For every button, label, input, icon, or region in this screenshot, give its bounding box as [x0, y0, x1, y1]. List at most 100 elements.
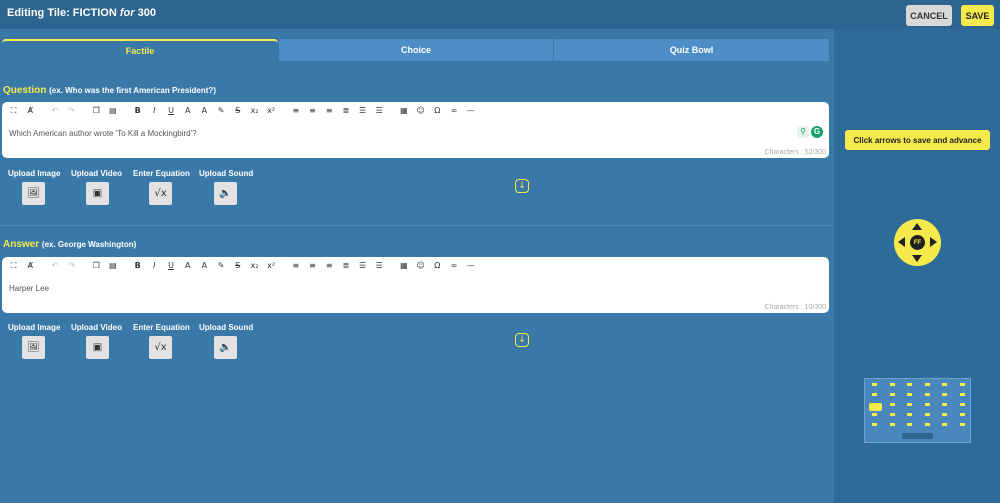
minimap-tile[interactable]: [889, 403, 895, 406]
underline-icon[interactable]: U: [166, 105, 177, 117]
minimap-tile[interactable]: [942, 393, 947, 396]
minimap-tile[interactable]: [907, 393, 912, 396]
fullscreen-icon[interactable]: ⛶: [8, 105, 19, 117]
horizontal-rule-icon[interactable]: —: [465, 105, 476, 117]
link-icon[interactable]: ∞: [449, 105, 460, 117]
redo-icon[interactable]: ↷: [66, 260, 77, 272]
answer-upload-sound-button[interactable]: 🔈: [214, 336, 237, 359]
copy-icon[interactable]: ❐: [91, 105, 102, 117]
minimap-tile[interactable]: [872, 413, 877, 416]
tab-quiz-bowl[interactable]: Quiz Bowl: [554, 39, 829, 61]
highlight-icon[interactable]: ✎: [216, 105, 227, 117]
align-left-icon[interactable]: ≡: [290, 105, 301, 117]
arrow-right-icon[interactable]: [930, 237, 937, 247]
minimap-tile[interactable]: [907, 403, 912, 406]
unordered-list-icon[interactable]: ☰: [374, 105, 385, 117]
tab-choice[interactable]: Choice: [279, 39, 553, 61]
minimap-tile[interactable]: [872, 393, 877, 396]
align-center-icon[interactable]: ≡: [307, 105, 318, 117]
tab-factile[interactable]: Factile: [2, 39, 278, 61]
minimap-tile[interactable]: [907, 413, 912, 416]
minimap-tile[interactable]: [942, 413, 947, 416]
subscript-icon[interactable]: x₂: [249, 260, 260, 272]
strikethrough-icon[interactable]: S: [232, 105, 243, 117]
arrow-left-icon[interactable]: [898, 237, 905, 247]
answer-text[interactable]: Harper Lee: [9, 284, 49, 293]
minimap-tile[interactable]: [959, 423, 965, 426]
answer-upload-video-button[interactable]: ▣: [86, 336, 109, 359]
minimap-tile[interactable]: [907, 383, 912, 386]
answer-upload-image-button[interactable]: 🖼: [22, 336, 45, 359]
undo-icon[interactable]: ↶: [49, 105, 60, 117]
minimap-tile[interactable]: [889, 413, 895, 416]
minimap-tile[interactable]: [942, 403, 947, 406]
special-char-icon[interactable]: Ω: [432, 105, 443, 117]
minimap-tile[interactable]: [942, 423, 947, 426]
minimap-tile[interactable]: [907, 423, 912, 426]
italic-icon[interactable]: I: [149, 105, 160, 117]
undo-icon[interactable]: ↶: [49, 260, 60, 272]
paste-icon[interactable]: ▤: [107, 260, 118, 272]
clear-format-icon[interactable]: Ⱥ: [25, 105, 36, 117]
question-text[interactable]: Which American author wrote 'To Kill a M…: [9, 129, 197, 138]
answer-enter-equation-button[interactable]: √x: [149, 336, 172, 359]
paste-icon[interactable]: ▤: [107, 105, 118, 117]
ordered-list-icon[interactable]: ☰: [357, 105, 368, 117]
strikethrough-icon[interactable]: S: [232, 260, 243, 272]
question-upload-video-button[interactable]: ▣: [86, 182, 109, 205]
question-upload-sound-button[interactable]: 🔈: [214, 182, 237, 205]
unordered-list-icon[interactable]: ☰: [374, 260, 385, 272]
text-color-icon[interactable]: A: [199, 260, 210, 272]
subscript-icon[interactable]: x₂: [249, 105, 260, 117]
underline-icon[interactable]: U: [166, 260, 177, 272]
align-left-icon[interactable]: ≡: [290, 260, 301, 272]
question-upload-image-button[interactable]: 🖼: [22, 182, 45, 205]
redo-icon[interactable]: ↷: [66, 105, 77, 117]
minimap-tile[interactable]: [959, 403, 965, 406]
bold-icon[interactable]: B: [132, 105, 143, 117]
justify-icon[interactable]: ≣: [340, 260, 351, 272]
minimap-tile[interactable]: [959, 383, 965, 386]
bold-icon[interactable]: B: [132, 260, 143, 272]
board-minimap[interactable]: [864, 378, 971, 443]
table-icon[interactable]: ▦: [398, 105, 409, 117]
cancel-button[interactable]: CANCEL: [906, 5, 952, 26]
text-color-icon[interactable]: A: [199, 105, 210, 117]
minimap-tile[interactable]: [872, 423, 877, 426]
minimap-tile[interactable]: [889, 393, 895, 396]
minimap-tile[interactable]: [889, 383, 895, 386]
emoji-icon[interactable]: ☺: [415, 105, 426, 117]
arrow-down-icon[interactable]: [912, 255, 922, 262]
save-button[interactable]: SAVE: [961, 5, 994, 26]
minimap-tile[interactable]: [959, 393, 965, 396]
arrow-up-icon[interactable]: [912, 223, 922, 230]
question-collapse-icon[interactable]: ↓: [515, 179, 529, 193]
align-right-icon[interactable]: ≡: [324, 105, 335, 117]
grammarly-icon[interactable]: G: [811, 126, 823, 138]
minimap-tile[interactable]: [924, 383, 930, 386]
minimap-tile[interactable]: [924, 423, 930, 426]
emoji-icon[interactable]: ☺: [415, 260, 426, 272]
font-size-icon[interactable]: A: [182, 105, 193, 117]
align-center-icon[interactable]: ≡: [307, 260, 318, 272]
superscript-icon[interactable]: x²: [266, 260, 277, 272]
location-pin-icon[interactable]: ⚲: [797, 126, 809, 138]
minimap-tile[interactable]: [889, 423, 895, 426]
minimap-tile[interactable]: [959, 413, 965, 416]
special-char-icon[interactable]: Ω: [432, 260, 443, 272]
ordered-list-icon[interactable]: ☰: [357, 260, 368, 272]
italic-icon[interactable]: I: [149, 260, 160, 272]
question-editor[interactable]: ⛶ Ⱥ ↶ ↷ ❐ ▤ B I U A A ✎ S x₂ x² ≡ ≡ ≡ ≣ …: [2, 102, 829, 158]
justify-icon[interactable]: ≣: [340, 105, 351, 117]
superscript-icon[interactable]: x²: [266, 105, 277, 117]
answer-collapse-icon[interactable]: ↓: [515, 333, 529, 347]
clear-format-icon[interactable]: Ⱥ: [25, 260, 36, 272]
copy-icon[interactable]: ❐: [91, 260, 102, 272]
link-icon[interactable]: ∞: [449, 260, 460, 272]
minimap-tile[interactable]: [942, 383, 947, 386]
highlight-icon[interactable]: ✎: [216, 260, 227, 272]
table-icon[interactable]: ▦: [398, 260, 409, 272]
answer-editor[interactable]: ⛶ Ⱥ ↶ ↷ ❐ ▤ B I U A A ✎ S x₂ x² ≡ ≡ ≡ ≣ …: [2, 257, 829, 313]
minimap-tile[interactable]: [924, 393, 930, 396]
minimap-tile[interactable]: [924, 403, 930, 406]
